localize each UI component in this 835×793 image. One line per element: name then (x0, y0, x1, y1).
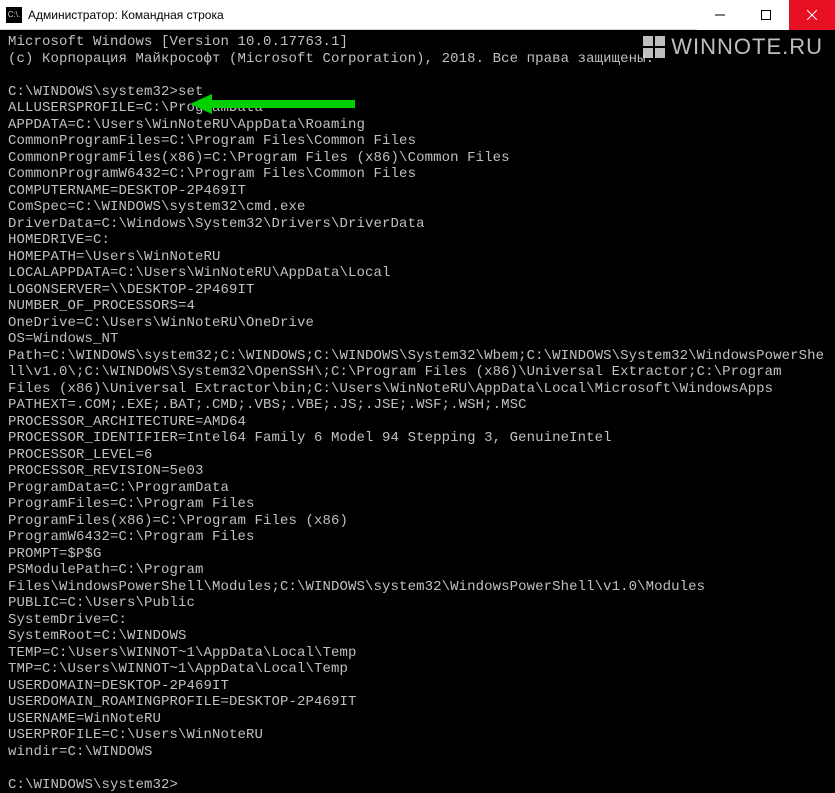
cmd-icon: C:\. (6, 7, 22, 23)
maximize-icon (761, 10, 771, 20)
cmd-icon-text: C:\. (8, 10, 20, 19)
text-cursor (178, 779, 186, 793)
prompt: C:\WINDOWS\system32> (8, 777, 178, 793)
copyright-line: (c) Корпорация Майкрософт (Microsoft Cor… (8, 51, 654, 67)
window-controls (697, 0, 835, 29)
annotation-arrow (190, 94, 360, 119)
watermark: WINNOTE.RU (643, 34, 823, 60)
windows-logo-icon (643, 36, 665, 58)
minimize-icon (715, 10, 725, 20)
env-variables-output: ALLUSERSPROFILE=C:\ProgramData APPDATA=C… (8, 100, 824, 760)
arrow-icon (190, 94, 360, 114)
minimize-button[interactable] (697, 0, 743, 30)
window-title: Администратор: Командная строка (28, 8, 697, 22)
terminal-output[interactable]: Microsoft Windows [Version 10.0.17763.1]… (0, 30, 835, 787)
watermark-text: WINNOTE.RU (671, 34, 823, 60)
version-line: Microsoft Windows [Version 10.0.17763.1] (8, 34, 348, 50)
maximize-button[interactable] (743, 0, 789, 30)
close-icon (807, 10, 817, 20)
close-button[interactable] (789, 0, 835, 30)
window-titlebar[interactable]: C:\. Администратор: Командная строка (0, 0, 835, 30)
prompt: C:\WINDOWS\system32> (8, 84, 178, 100)
